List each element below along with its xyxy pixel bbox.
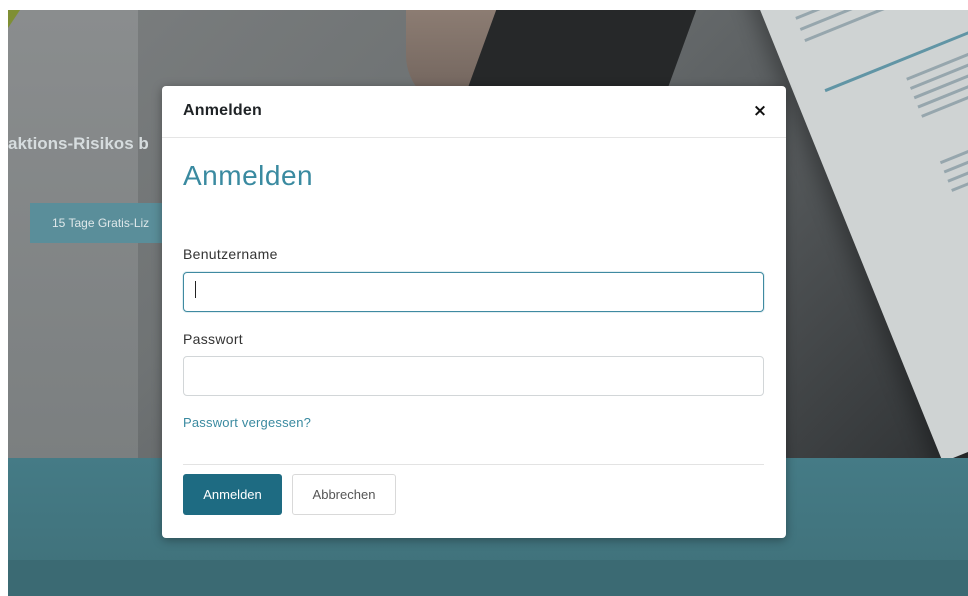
- text-cursor: [195, 281, 196, 298]
- cancel-button[interactable]: Abbrechen: [292, 474, 396, 515]
- form-heading: Anmelden: [183, 160, 314, 191]
- login-button[interactable]: Anmelden: [183, 474, 282, 515]
- username-input[interactable]: [183, 272, 764, 312]
- modal-header: Anmelden ×: [162, 86, 786, 138]
- password-label: Passwort: [183, 331, 243, 347]
- forgot-password-link[interactable]: Passwort vergessen?: [183, 415, 311, 430]
- footer-divider: [183, 464, 764, 465]
- hero-title: aktions-Risikos b: [8, 134, 149, 153]
- password-input[interactable]: [183, 356, 764, 396]
- username-label: Benutzername: [183, 246, 278, 262]
- leaf-decoration: [8, 10, 20, 28]
- modal-title: Anmelden: [183, 102, 262, 119]
- close-icon[interactable]: ×: [750, 100, 770, 122]
- teal-band-lower: [8, 560, 968, 596]
- login-modal: Anmelden × Anmelden Benutzername Passwor…: [162, 86, 786, 538]
- page: aktions-Risikos b 15 Tage Gratis-Liz Anm…: [0, 0, 968, 596]
